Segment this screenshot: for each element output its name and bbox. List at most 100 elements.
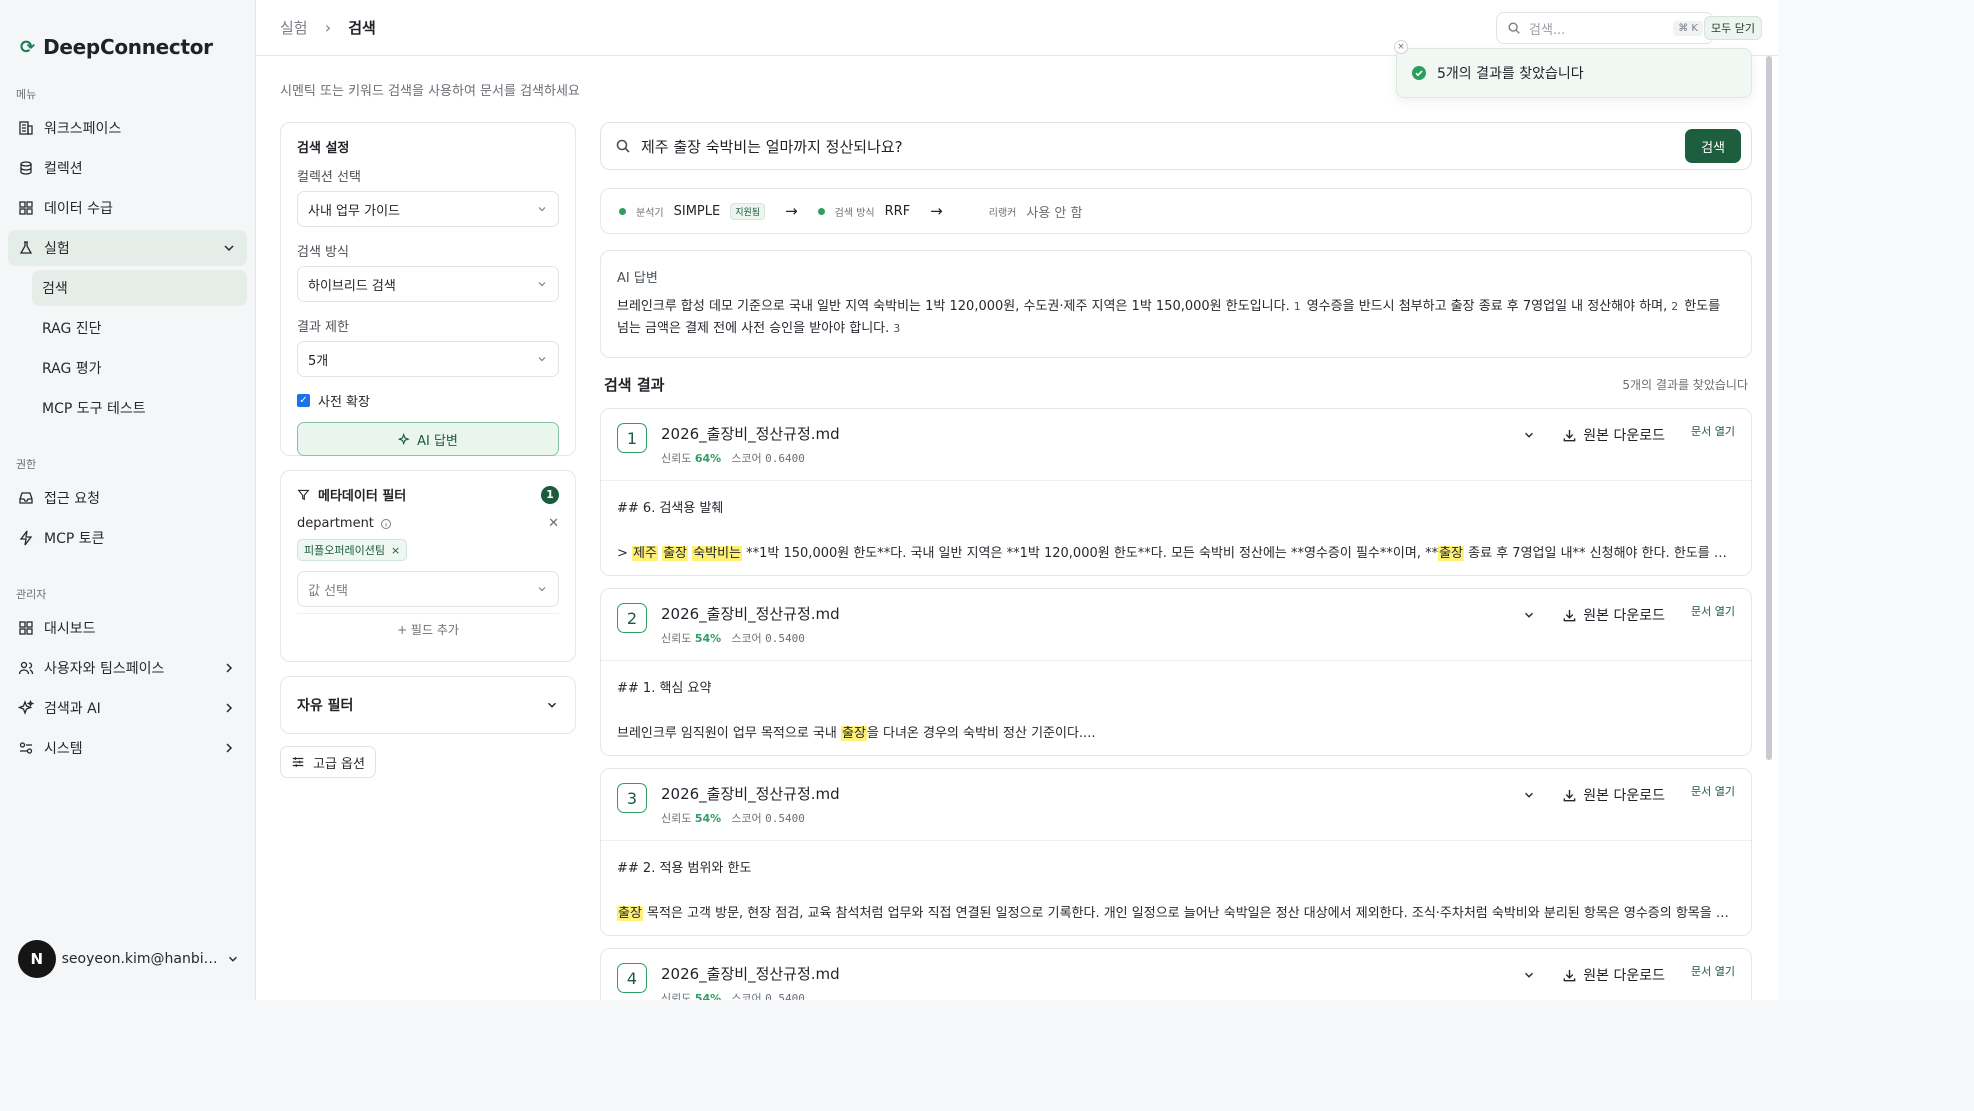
- result-filename[interactable]: 2026_출장비_정산규정.md: [661, 963, 840, 984]
- download-button[interactable]: 원본 다운로드: [1562, 425, 1665, 445]
- sidebar-item-users-teamspaces[interactable]: 사용자와 팀스페이스: [8, 650, 247, 686]
- flask-icon: [19, 241, 33, 254]
- close-all-button[interactable]: 모두 닫기: [1704, 16, 1762, 40]
- sidebar-subitem-mcp-tool-test[interactable]: MCP 도구 테스트: [32, 390, 247, 426]
- result-filename[interactable]: 2026_출장비_정산규정.md: [661, 423, 840, 444]
- sidebar-item-access-request[interactable]: 접근 요청: [8, 480, 247, 516]
- open-document-link[interactable]: 문서 열기: [1691, 603, 1735, 619]
- chip-close-icon[interactable]: ×: [391, 544, 400, 557]
- building-icon: [19, 121, 33, 135]
- info-icon: [380, 518, 391, 529]
- score-label: 스코어: [731, 632, 762, 645]
- citation-ref[interactable]: 1: [1294, 300, 1301, 313]
- collection-select[interactable]: 사내 업무 가이드: [297, 191, 559, 227]
- download-button[interactable]: 원본 다운로드: [1562, 605, 1665, 625]
- database-icon: [20, 161, 32, 175]
- sidebar-item-mcp-token[interactable]: MCP 토큰: [8, 520, 247, 556]
- global-search-input[interactable]: 검색... ⌘ K: [1496, 12, 1714, 44]
- search-button[interactable]: 검색: [1685, 129, 1741, 163]
- sidebar-item-collection[interactable]: 컬렉션: [8, 150, 247, 186]
- score-meta: 스코어 0.6400: [731, 450, 805, 466]
- download-icon: [1563, 429, 1576, 441]
- sidebar-item-dashboard[interactable]: 대시보드: [8, 610, 247, 646]
- method-label: 검색 방식: [834, 207, 875, 219]
- score-label: 스코어: [731, 452, 762, 465]
- logo[interactable]: ⟳ DeepConnector: [0, 0, 255, 72]
- sidebar-item-label: 검색: [42, 281, 68, 297]
- sidebar-item-label: RAG 평가: [42, 361, 102, 377]
- chevron-down-icon[interactable]: [1522, 428, 1536, 442]
- add-field-button[interactable]: + 필드 추가: [297, 613, 559, 645]
- highlight: 출장: [840, 726, 867, 741]
- breadcrumb-item[interactable]: 실험: [280, 19, 308, 37]
- chevron-down-icon[interactable]: [1522, 608, 1536, 622]
- open-document-link[interactable]: 문서 열기: [1691, 963, 1735, 979]
- toast-close-button[interactable]: ×: [1394, 40, 1408, 54]
- citation-ref[interactable]: 2: [1671, 300, 1678, 313]
- download-label: 원본 다운로드: [1583, 608, 1666, 624]
- sidebar-item-workspace[interactable]: 워크스페이스: [8, 110, 247, 146]
- citation-ref[interactable]: 3: [893, 322, 900, 335]
- open-document-link[interactable]: 문서 열기: [1691, 423, 1735, 439]
- limit-label: 결과 제한: [297, 320, 349, 335]
- limit-select[interactable]: 5개: [297, 341, 559, 377]
- chevron-down-icon[interactable]: [1522, 788, 1536, 802]
- search-icon: [616, 139, 630, 153]
- snippet-part: 목적은 고객 방문, 현장 점검, 교육 참석처럼 업무와 직접 연결된 일정으…: [642, 906, 1735, 921]
- sidebar-item-system[interactable]: 시스템: [8, 730, 247, 766]
- sidebar-subitem-rag-eval[interactable]: RAG 평가: [32, 350, 247, 386]
- sidebar-subitem-rag-diagnosis[interactable]: RAG 진단: [32, 310, 247, 346]
- method-select[interactable]: 하이브리드 검색: [297, 266, 559, 302]
- avatar: N: [18, 940, 56, 978]
- sidebar-subitem-search[interactable]: 검색: [32, 270, 247, 306]
- chevron-down-icon: [538, 587, 546, 592]
- snippet-heading: ## 2. 적용 범위와 한도: [617, 861, 752, 876]
- chip-label: 피플오퍼레이션팀: [304, 544, 385, 557]
- sidebar-item-label: 사용자와 팀스페이스: [44, 661, 165, 677]
- snippet-text: > 제주 출장 숙박비는 **1박 150,000원 한도**다. 국내 일반 …: [617, 542, 1735, 561]
- sidebar-item-label: 시스템: [44, 741, 83, 757]
- sidebar-item-search-ai[interactable]: 검색과 AI: [8, 690, 247, 726]
- app-window: ⟳ DeepConnector 메뉴 워크스페이스 컬렉션 데이터 수급 실험: [0, 0, 1778, 1000]
- sidebar-item-data-ingest[interactable]: 데이터 수급: [8, 190, 247, 226]
- filter-value-select[interactable]: 값 선택: [297, 571, 559, 607]
- download-button[interactable]: 원본 다운로드: [1562, 965, 1665, 985]
- snippet-part: 을 다녀온 경우의 숙박비 정산 기준이다....: [866, 726, 1096, 741]
- expand-checkbox[interactable]: ✓: [297, 394, 310, 407]
- score-meta: 스코어 0.5400: [731, 990, 805, 1000]
- scrollbar[interactable]: [1766, 56, 1772, 760]
- status-dot: [817, 207, 825, 215]
- sidebar-item-experiment[interactable]: 실험: [8, 230, 247, 266]
- panel-title: 자유 필터: [297, 698, 354, 714]
- score-meta: 스코어 0.5400: [731, 810, 805, 826]
- download-label: 원본 다운로드: [1583, 968, 1666, 984]
- expand-checkbox-row[interactable]: ✓ 사전 확장: [297, 391, 559, 410]
- open-document-link[interactable]: 문서 열기: [1691, 783, 1735, 799]
- ai-answer-button[interactable]: AI 답변: [297, 422, 559, 456]
- select-value: 하이브리드 검색: [308, 278, 396, 294]
- download-icon: [1563, 969, 1576, 981]
- chevron-down-icon: [229, 956, 238, 962]
- query-input[interactable]: 제주 출장 숙박비는 얼마까지 정산되나요? 검색: [600, 122, 1752, 170]
- remove-field-icon[interactable]: ✕: [548, 516, 559, 531]
- chevron-down-icon[interactable]: [1522, 968, 1536, 982]
- chevron-down-icon: [538, 357, 546, 362]
- sidebar-item-label: RAG 진단: [42, 321, 102, 337]
- sidebar-item-label: 워크스페이스: [44, 121, 122, 137]
- rank-badge: 4: [617, 963, 647, 993]
- result-card: 3 2026_출장비_정산규정.md 신뢰도 54% 스코어 0.5400 원본…: [600, 768, 1752, 936]
- logo-text: DeepConnector: [43, 35, 213, 59]
- result-filename[interactable]: 2026_출장비_정산규정.md: [661, 603, 840, 624]
- sidebar-item-label: MCP 도구 테스트: [42, 401, 146, 417]
- user-menu[interactable]: N seoyeon.kim@hanbit-de...: [18, 940, 240, 978]
- result-filename[interactable]: 2026_출장비_정산규정.md: [661, 783, 840, 804]
- free-filter-panel[interactable]: 자유 필터: [280, 676, 576, 734]
- advanced-options-button[interactable]: 고급 옵션: [280, 746, 376, 778]
- download-button[interactable]: 원본 다운로드: [1562, 785, 1665, 805]
- query-text: 제주 출장 숙박비는 얼마까지 정산되나요?: [641, 137, 903, 156]
- score-value: 0.6400: [765, 452, 805, 465]
- expand-label: 사전 확장: [318, 395, 370, 410]
- chevron-right-icon: [226, 663, 233, 673]
- search-settings-panel: 검색 설정 컬렉션 선택 사내 업무 가이드 검색 방식 하이브리드 검색 결과…: [280, 122, 576, 456]
- confidence-meta: 신뢰도 64%: [661, 450, 721, 466]
